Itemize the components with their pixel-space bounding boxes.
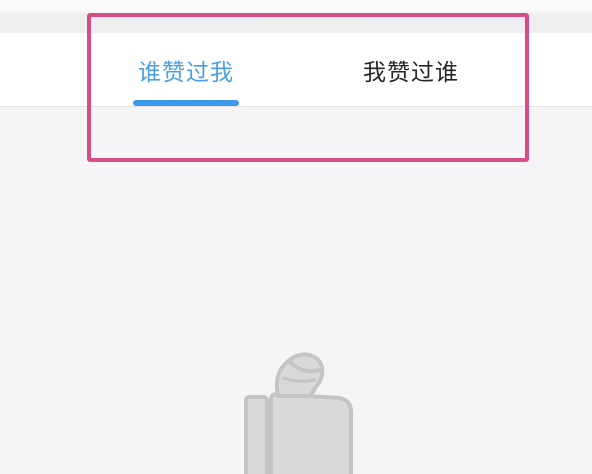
tab-who-liked-me[interactable]: 谁赞过我 xyxy=(133,33,239,106)
thumbs-up-icon-palm xyxy=(269,391,353,474)
tab-who-liked-me-label: 谁赞过我 xyxy=(138,60,234,86)
thumbs-up-icon-thumb xyxy=(274,352,325,398)
tab-i-liked-label: 我赞过谁 xyxy=(363,60,459,86)
active-tab-indicator xyxy=(133,100,239,106)
status-bar xyxy=(0,0,592,33)
thumbs-up-icon-cuff xyxy=(244,395,269,474)
thumbs-up-icon xyxy=(244,352,353,474)
tab-bar: 谁赞过我 我赞过谁 xyxy=(0,33,592,107)
tab-i-liked[interactable]: 我赞过谁 xyxy=(358,33,464,106)
